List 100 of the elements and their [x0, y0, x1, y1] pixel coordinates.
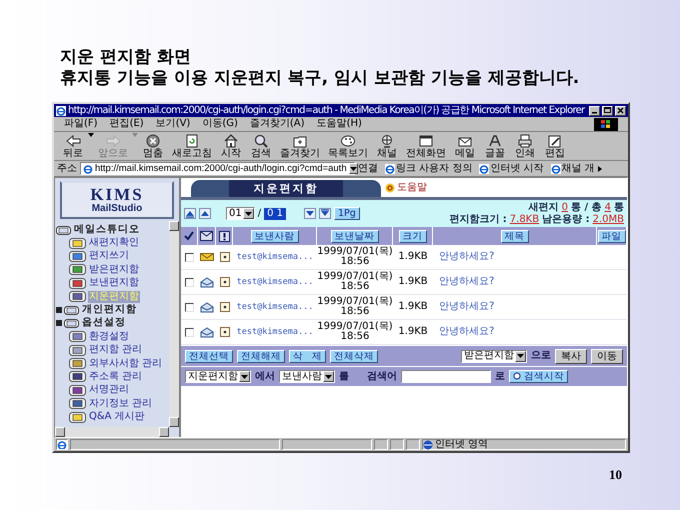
column-header[interactable]: 제목: [500, 230, 528, 242]
dropdown-arrow-icon[interactable]: [325, 374, 332, 378]
previous-page-icon[interactable]: [199, 208, 211, 219]
subject-link[interactable]: 안녕하세요?: [439, 251, 494, 263]
envelope-icon: [200, 231, 213, 241]
toolbar-button[interactable]: 시작: [216, 133, 246, 159]
slide-title: 지운 편지함 화면: [60, 47, 192, 68]
dropdown-arrow-icon[interactable]: [244, 212, 252, 216]
menu-item[interactable]: 파일(F): [64, 118, 98, 130]
menu-item[interactable]: 보기(V): [156, 118, 190, 130]
column-header[interactable]: 보낸날짜: [330, 230, 378, 242]
toolbar-button[interactable]: 뒤로: [58, 133, 88, 159]
search-icon: [513, 372, 522, 381]
item-icon: [69, 344, 86, 356]
menu-item[interactable]: 즐겨찾기(A): [250, 118, 305, 130]
dropdown-arrow-icon[interactable]: [241, 374, 248, 378]
next-page-icon[interactable]: [304, 208, 316, 219]
menu-item[interactable]: 도움말(H): [316, 118, 362, 130]
link-button[interactable]: 인터넷 시작: [479, 162, 544, 174]
maximize-button[interactable]: [602, 106, 613, 116]
sender-link[interactable]: test@kimsema...: [236, 326, 314, 338]
toolbar-button[interactable]: 편집: [540, 133, 570, 159]
row-checkbox[interactable]: [185, 328, 194, 336]
subject-link[interactable]: 안녕하세요?: [439, 276, 494, 288]
sender-link[interactable]: test@kimsema...: [236, 276, 314, 288]
tree-item[interactable]: 받은편지함: [88, 264, 140, 276]
item-icon: [69, 278, 86, 289]
action-button[interactable]: 전체해제: [237, 350, 285, 362]
mailbox-tab[interactable]: 지운편지함: [191, 180, 381, 197]
toolbar-button[interactable]: 멈춤: [138, 133, 168, 159]
horizontal-scrollbar[interactable]: [55, 427, 169, 437]
address-field[interactable]: http://mail.kimsemail.com:2000/cgi-auth/login.cgi?cmd=auth: [80, 162, 355, 175]
row-checkbox[interactable]: [185, 278, 194, 286]
page-count: 0 1: [264, 208, 286, 220]
sender-link[interactable]: test@kimsema...: [236, 252, 314, 262]
caret-icon[interactable]: [88, 133, 94, 137]
menu-item[interactable]: 편집(E): [110, 118, 144, 130]
toolbar-button[interactable]: 인쇄: [510, 133, 540, 159]
first-page-icon[interactable]: [184, 208, 196, 219]
last-page-icon[interactable]: [319, 208, 332, 219]
menu-item[interactable]: 이동(G): [202, 118, 238, 130]
tree-item[interactable]: 편지쓰기: [88, 250, 130, 262]
tree-folder[interactable]: 옵션설정: [81, 317, 127, 330]
help-link[interactable]: 도움말: [385, 182, 427, 194]
move-button[interactable]: 복사: [555, 348, 587, 364]
close-button[interactable]: [615, 106, 626, 116]
subject-link[interactable]: 안녕하세요?: [439, 301, 494, 313]
tree-item[interactable]: 서명관리: [88, 384, 130, 396]
tree-item[interactable]: 새편지확인: [88, 237, 140, 250]
vertical-scrollbar[interactable]: [169, 221, 179, 427]
link-button[interactable]: 채널 개: [550, 162, 595, 174]
action-button[interactable]: 전체선택: [185, 350, 233, 362]
globe-icon: [379, 134, 395, 148]
column-header[interactable]: 파일: [598, 230, 626, 242]
tree-item[interactable]: 자기정보 관리: [88, 398, 154, 410]
page-number: 10: [608, 466, 623, 483]
tree-item[interactable]: 주소록 관리: [88, 370, 144, 383]
toolbar-button[interactable]: 검색: [246, 133, 276, 159]
column-header[interactable]: 크기: [398, 230, 426, 242]
tree-folder[interactable]: 개인편지함: [81, 304, 138, 316]
toolbar-button[interactable]: 메일: [450, 133, 480, 159]
time-text: 18:56: [340, 307, 370, 318]
item-icon: [69, 291, 86, 302]
page-select[interactable]: 01: [226, 207, 255, 220]
toolbar-button[interactable]: 새로고침: [168, 133, 216, 159]
tree-item[interactable]: 환경설정: [88, 330, 130, 343]
toolbar-button[interactable]: 전체화면: [402, 133, 450, 159]
select-suffix: 를: [339, 370, 349, 382]
toolbar-button[interactable]: 즐겨찾기: [276, 133, 324, 159]
chevron-icon[interactable]: [598, 166, 602, 172]
move-button[interactable]: 이동: [591, 348, 623, 364]
mailbox-select[interactable]: 지운편지함: [185, 370, 251, 383]
search-field[interactable]: [401, 370, 491, 383]
address-label: 주소: [57, 162, 77, 174]
row-checkbox[interactable]: [185, 302, 194, 312]
stop-icon: [145, 134, 161, 148]
dropdown-arrow-icon[interactable]: [350, 166, 357, 170]
column-header[interactable]: 보낸사람: [250, 230, 298, 242]
minimize-button[interactable]: [589, 106, 600, 116]
item-icon: [69, 358, 86, 370]
sender-link[interactable]: test@kimsema...: [236, 302, 314, 312]
toolbar-button[interactable]: 목록보기: [324, 133, 372, 159]
toolbar-button[interactable]: 채널: [372, 133, 402, 159]
page-button[interactable]: 1Pg: [334, 207, 360, 220]
field-select[interactable]: 보낸사람: [279, 370, 335, 383]
row-checkbox[interactable]: [185, 252, 194, 262]
subject-link[interactable]: 안녕하세요?: [439, 326, 494, 338]
tree-item[interactable]: Q&A 게시판: [88, 411, 146, 424]
tree-folder[interactable]: 메일스튜디오: [73, 224, 141, 236]
toolbar-button[interactable]: 글꼴: [480, 133, 510, 159]
tree-item[interactable]: 보낸편지함: [88, 277, 140, 290]
tree-item[interactable]: 편지함 관리: [88, 344, 144, 356]
action-button[interactable]: 삭 제: [289, 350, 326, 362]
dropdown-arrow-icon[interactable]: [517, 354, 524, 358]
folder-select[interactable]: 받은편지함: [461, 350, 527, 362]
stat-label: 새편지: [528, 202, 559, 214]
search-button[interactable]: 검색시작: [509, 370, 568, 383]
link-button[interactable]: 링크 사용자 정의: [385, 162, 472, 174]
tree-item[interactable]: 외부사서함 관리: [88, 358, 164, 370]
action-button[interactable]: 전체삭제: [330, 350, 378, 362]
